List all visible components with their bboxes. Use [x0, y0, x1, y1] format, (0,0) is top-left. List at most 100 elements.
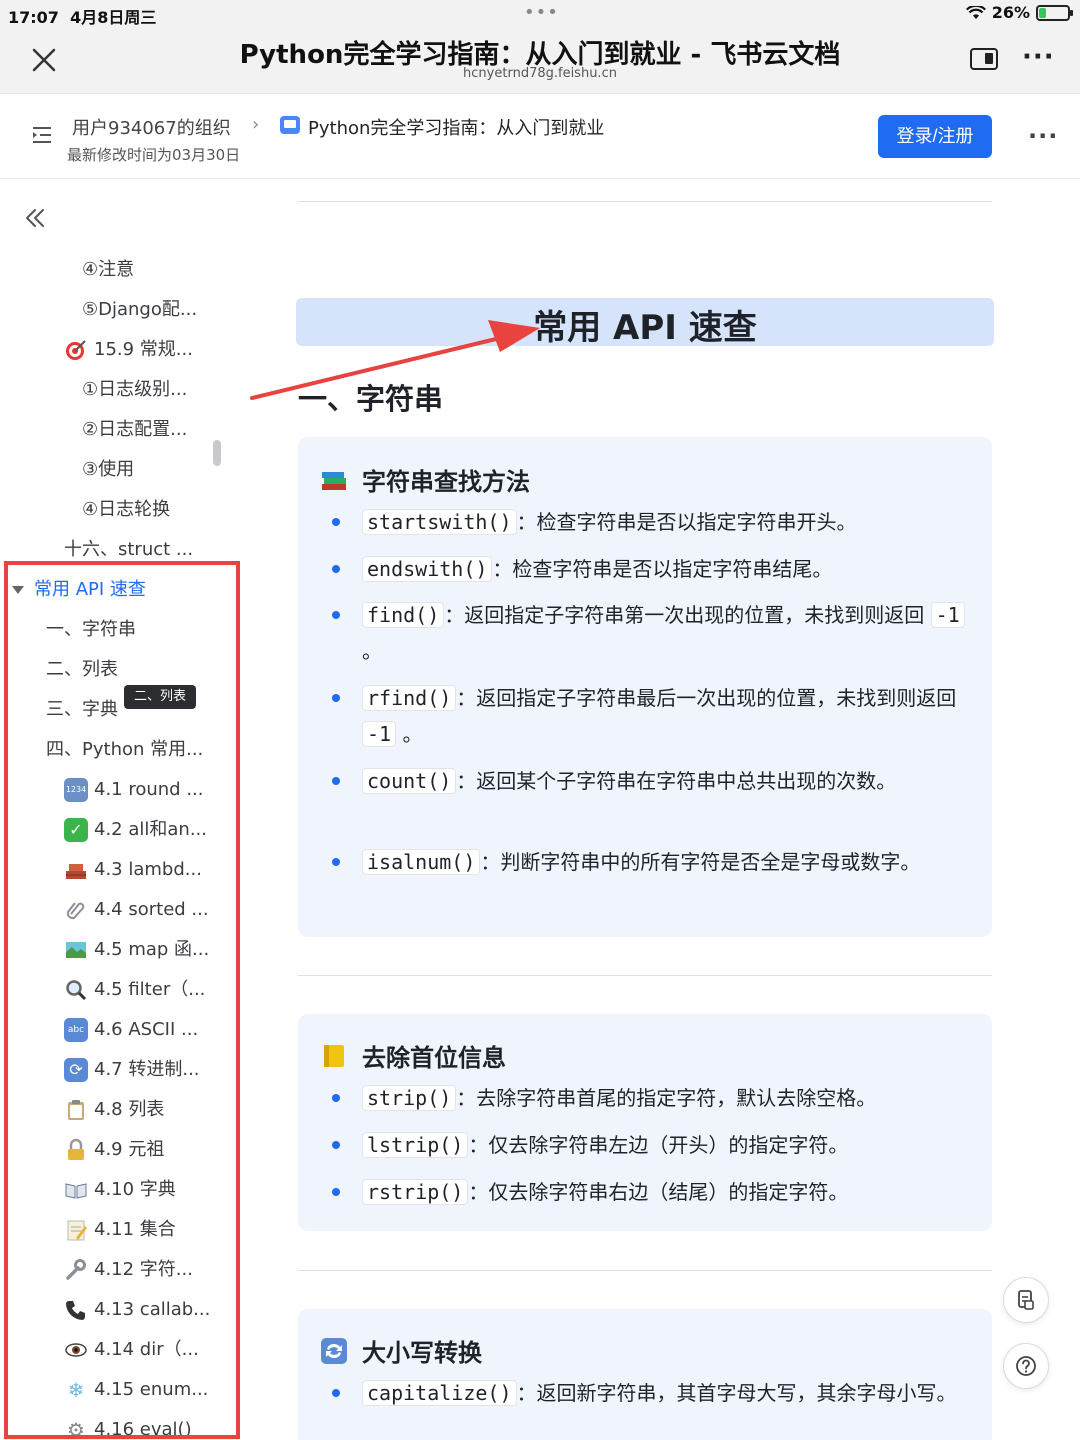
toc-label: 十六、struct ...: [64, 539, 194, 560]
inline-code: capitalize(): [362, 1380, 517, 1406]
list-item: rfind() ：返回指定子字符串最后一次出现的位置，未找到则返回 -1 。: [332, 680, 972, 752]
doc-header: 用户934067的组织 › Python完全学习指南：从入门到就业 最新修改时间…: [0, 94, 1080, 179]
item-tail: 。: [402, 722, 423, 746]
books-icon: [322, 471, 346, 490]
toc-label: ①日志级别...: [82, 379, 188, 400]
divider: [298, 1270, 992, 1271]
toc-label: ④日志轮换: [82, 499, 171, 520]
toc-item[interactable]: abc 4.6 ASCII ...: [64, 1010, 198, 1050]
sidebar-toggle-icon[interactable]: [970, 48, 998, 70]
toc-item[interactable]: 二、列表: [46, 650, 118, 690]
breadcrumb-org[interactable]: 用户934067的组织: [72, 114, 231, 140]
item-text: ：判断字符串中的所有字符是否全是字母或数字。: [480, 850, 921, 874]
item-text: ：返回某个子字符串在字符串中总共出现的次数。: [456, 769, 897, 793]
toc-label: ⑤Django配...: [82, 299, 198, 320]
browser-more-button[interactable]: ···: [1022, 42, 1055, 72]
toc-item[interactable]: ④日志轮换: [82, 490, 170, 530]
toc-item[interactable]: 1234 4.1 round ...: [64, 770, 204, 810]
outline-float-button[interactable]: [1003, 1277, 1049, 1323]
battery-icon: [1036, 4, 1073, 21]
breadcrumb-chevron-icon: ›: [252, 114, 260, 135]
toc-item[interactable]: ⚙ 4.16 eval(): [64, 1410, 192, 1440]
abc-icon: abc: [64, 1018, 88, 1042]
callout-title: 字符串查找方法: [362, 468, 530, 496]
toc-label: 4.2 all和an...: [94, 819, 207, 840]
toc-label: 4.5 map 函...: [94, 939, 210, 960]
toc-item[interactable]: 十六、struct ...: [64, 530, 193, 570]
toc-item[interactable]: 四、Python 常用...: [46, 730, 203, 770]
toc-item[interactable]: ③使用: [82, 450, 134, 490]
inline-code: find(): [362, 602, 445, 628]
sidebar-scrollbar[interactable]: [213, 440, 221, 466]
paperclip-icon: [66, 902, 85, 920]
wrench-icon: [66, 1259, 86, 1280]
caret-down-icon[interactable]: [12, 586, 24, 594]
toc-item[interactable]: ❄ 4.15 enum...: [64, 1370, 208, 1410]
toc-item[interactable]: 4.11 集合: [64, 1210, 176, 1250]
check-icon: ✓: [64, 818, 88, 842]
toc-label: 4.7 转进制...: [94, 1059, 200, 1080]
hover-tooltip: 二、列表: [124, 685, 197, 709]
outline-sidebar: ④注意 ⑤Django配... 15.9 常规... ①日志级别... ②日志配…: [0, 250, 240, 1440]
callout-strip: 去除首位信息 strip() ：去除字符串首尾的指定字符，默认去除空格。 lstr…: [298, 1014, 992, 1231]
callout-title: 去除首位信息: [362, 1044, 506, 1072]
list-item: capitalize() ：返回新字符串，其首字母大写，其余字母小写。: [332, 1375, 972, 1411]
toc-item[interactable]: 4.12 字符...: [64, 1250, 193, 1290]
divider: [298, 975, 992, 976]
inline-code: endswith(): [362, 556, 493, 582]
item-text: ：检查字符串是否以指定字符串结尾。: [492, 557, 833, 581]
multitask-dots[interactable]: •••: [524, 2, 559, 23]
help-icon: [1016, 1356, 1036, 1376]
last-modified: 最新修改时间为03月30日: [67, 146, 241, 164]
toc-label: 4.5 filter（...: [94, 979, 206, 1000]
toc-label: ②日志配置...: [82, 419, 188, 440]
toc-label: 四、Python 常用...: [46, 739, 204, 760]
close-icon[interactable]: [24, 40, 64, 80]
toc-item[interactable]: ①日志级别...: [82, 370, 187, 410]
toc-item[interactable]: 4.3 lambd...: [64, 850, 202, 890]
divider: [298, 201, 992, 202]
toc-item[interactable]: 4.4 sorted ...: [64, 890, 209, 930]
callout-string-search: 字符串查找方法 startswith() ：检查字符串是否以指定字符串开头。 en…: [298, 437, 992, 937]
status-right: 26%: [965, 3, 1073, 22]
toc-item[interactable]: 4.10 字典: [64, 1170, 176, 1210]
toc-item[interactable]: 4.13 callab...: [64, 1290, 210, 1330]
toc-item[interactable]: 三、字典: [46, 690, 118, 730]
toc-item[interactable]: 4.14 dir（...: [64, 1330, 199, 1370]
list-item: find() ：返回指定子字符串第一次出现的位置，未找到则返回 -1 。: [332, 597, 972, 669]
toc-item-active[interactable]: 常用 API 速查: [12, 570, 146, 610]
item-text: ：返回指定子字符串第一次出现的位置，未找到则返回: [444, 603, 925, 627]
toc-item[interactable]: 15.9 常规...: [64, 330, 193, 370]
item-text: ：返回指定子字符串最后一次出现的位置，未找到则返回: [456, 686, 957, 710]
toc-item[interactable]: ④注意: [82, 250, 134, 290]
list-item: isalnum() ：判断字符串中的所有字符是否全是字母或数字。: [332, 844, 972, 880]
toc-item[interactable]: ⟳ 4.7 转进制...: [64, 1050, 200, 1090]
toc-item[interactable]: ✓ 4.2 all和an...: [64, 810, 207, 850]
login-register-button[interactable]: 登录/注册: [878, 115, 992, 158]
toc-label: ④注意: [82, 259, 135, 280]
toc-item[interactable]: 4.8 列表: [64, 1090, 164, 1130]
list-item: endswith() ：检查字符串是否以指定字符串结尾。: [332, 551, 972, 587]
phone-icon: [66, 1301, 85, 1320]
repeat-icon: ⟳: [64, 1058, 88, 1082]
toc-item[interactable]: 4.9 元祖: [64, 1130, 164, 1170]
list-item: count() ：返回某个子字符串在字符串中总共出现的次数。: [332, 763, 972, 799]
toc-item[interactable]: 4.5 map 函...: [64, 930, 209, 970]
item-text: ：仅去除字符串左边（开头）的指定字符。: [468, 1133, 849, 1157]
inline-code: rstrip(): [362, 1179, 469, 1205]
list-item: rstrip() ：仅去除字符串右边（结尾）的指定字符。: [332, 1174, 972, 1210]
breadcrumb-doc[interactable]: Python完全学习指南：从入门到就业: [308, 114, 604, 140]
toc-item[interactable]: 4.5 filter（...: [64, 970, 205, 1010]
wifi-icon: [965, 5, 986, 19]
toc-label: 4.12 字符...: [94, 1259, 193, 1280]
outline-toggle-icon[interactable]: [30, 124, 54, 146]
note-icon: [324, 1044, 344, 1067]
collapse-sidebar-icon[interactable]: [22, 205, 48, 231]
toc-item[interactable]: ⑤Django配...: [82, 290, 197, 330]
item-tail: 。: [362, 639, 382, 663]
doc-more-button[interactable]: ···: [1028, 122, 1058, 150]
toc-item[interactable]: 一、字符串: [46, 610, 136, 650]
toc-item[interactable]: ②日志配置...: [82, 410, 187, 450]
help-float-button[interactable]: [1003, 1343, 1049, 1389]
item-text: ：检查字符串是否以指定字符串开头。: [516, 510, 857, 534]
